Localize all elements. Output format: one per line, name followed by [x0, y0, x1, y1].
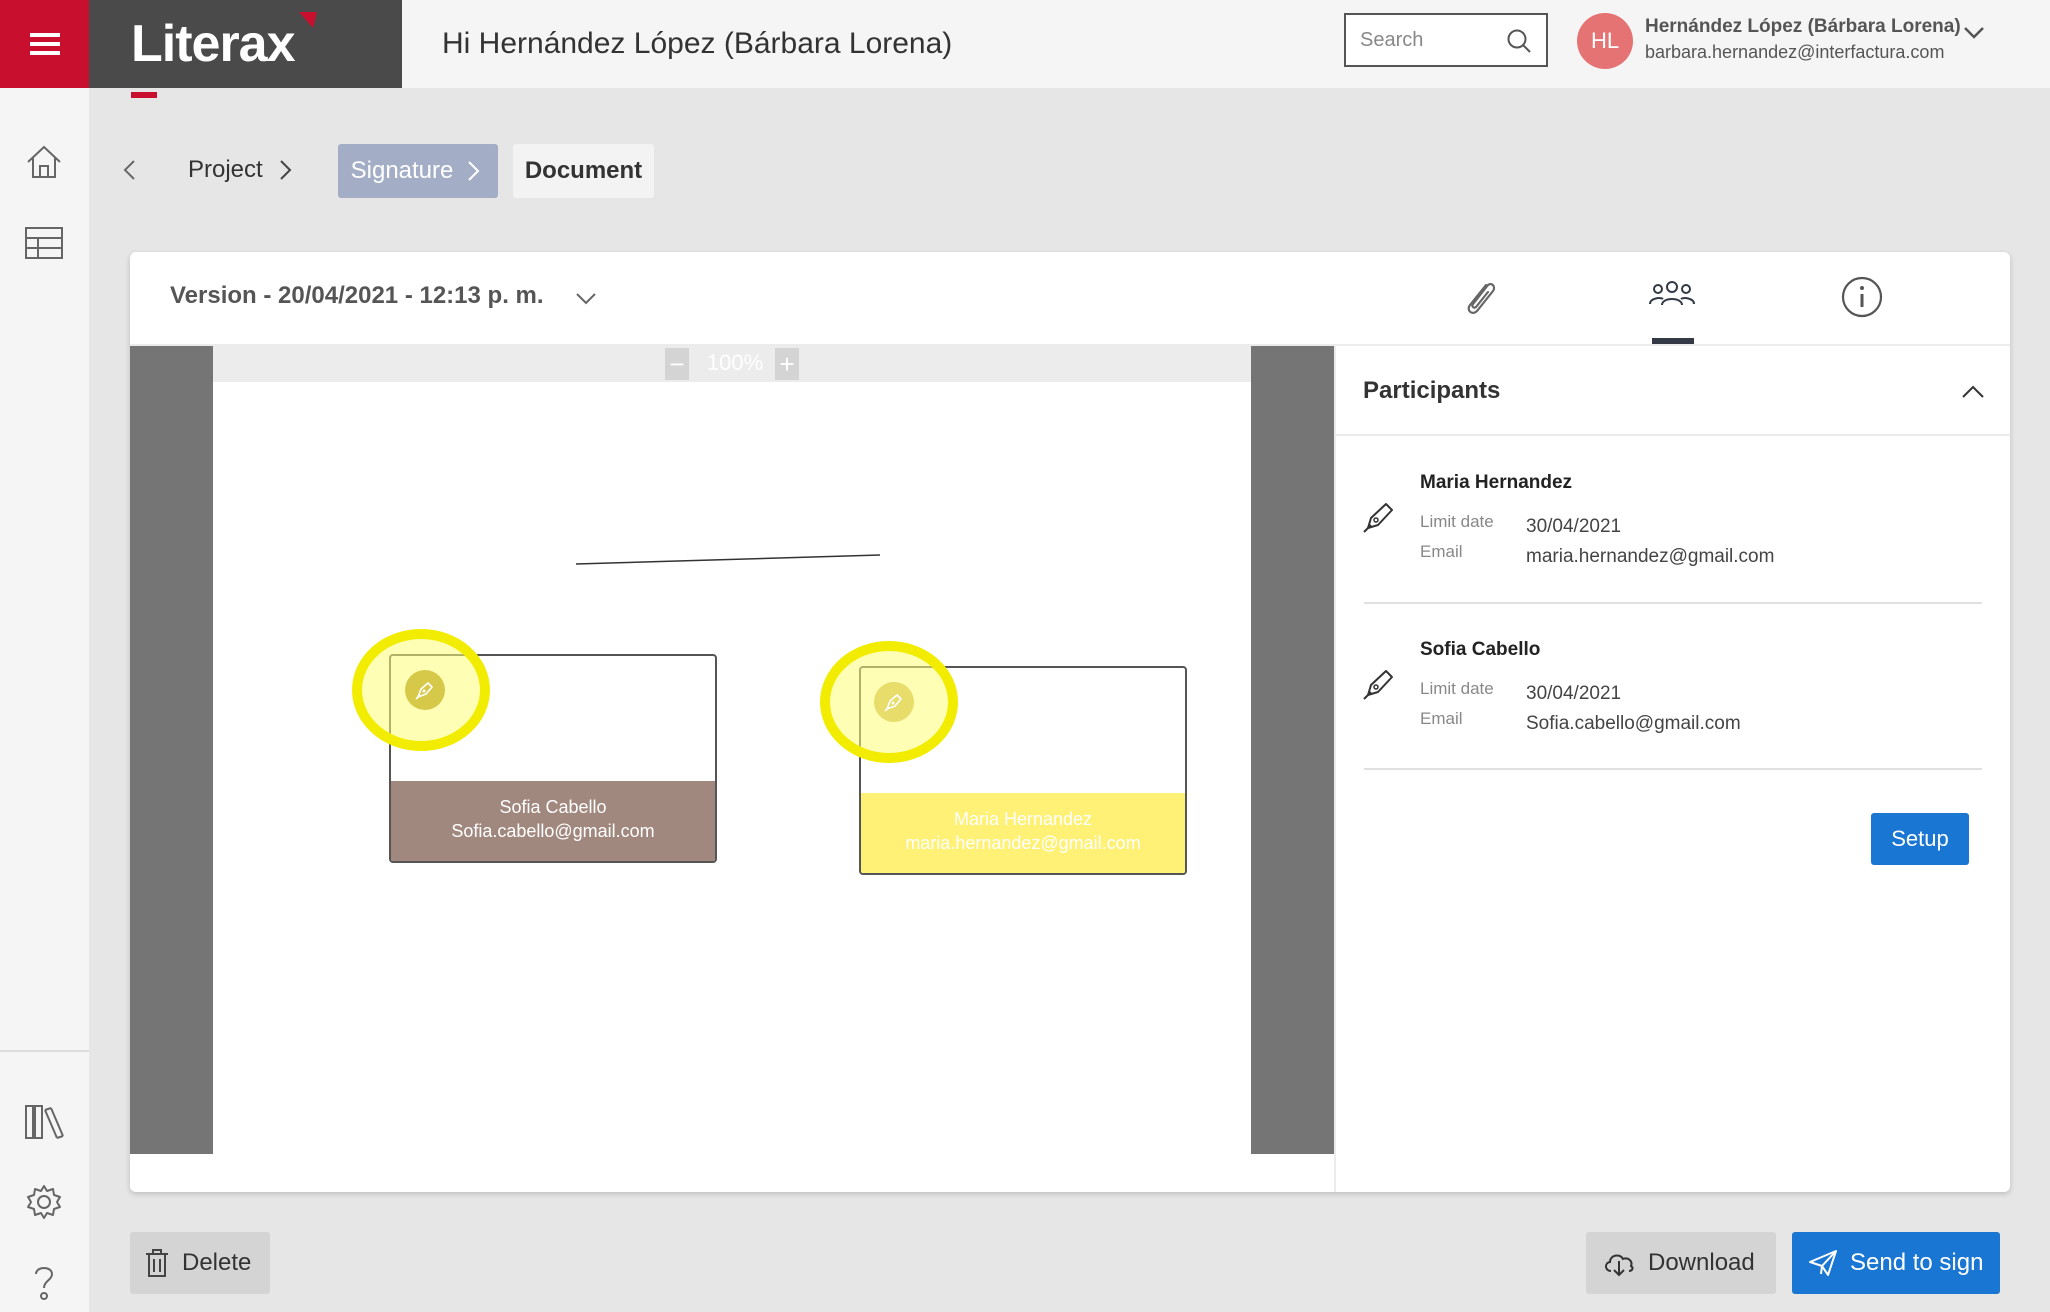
delete-button[interactable]: Delete: [130, 1232, 270, 1294]
nav-divider: [0, 1050, 89, 1052]
limit-date-value: 30/04/2021: [1526, 516, 1622, 537]
table-icon: [25, 227, 63, 259]
nav-library[interactable]: [20, 1098, 68, 1146]
search-icon[interactable]: [1506, 28, 1532, 54]
email-value: maria.hernandez@gmail.com: [1526, 546, 1775, 567]
signature-box-name: Sofia Cabello: [499, 797, 607, 817]
participant-divider: [1364, 768, 1982, 770]
breadcrumb-project[interactable]: Project: [188, 143, 297, 197]
participant-name: Maria Hernandez: [1420, 472, 1573, 493]
avatar[interactable]: HL: [1577, 13, 1633, 69]
breadcrumb-signature-label: Signature: [350, 157, 454, 184]
limit-date-label: Limit date: [1420, 679, 1494, 698]
email-value: Sofia.cabello@gmail.com: [1526, 713, 1741, 734]
nav-help[interactable]: [20, 1258, 68, 1306]
pen-icon: [1363, 503, 1393, 533]
download-button-label: Download: [1648, 1249, 1755, 1276]
back-chevron-icon[interactable]: [120, 150, 140, 190]
chevron-up-icon[interactable]: [1960, 380, 1986, 404]
zoom-out-button[interactable]: −: [665, 348, 689, 380]
signature-line: [575, 554, 880, 565]
left-sidebar: [0, 88, 89, 1312]
page-greeting: Hi Hernández López (Bárbara Lorena): [442, 27, 953, 60]
breadcrumb-document-label: Document: [524, 157, 643, 184]
user-name: Hernández López (Bárbara Lorena): [1645, 16, 1961, 37]
sign-pen-button[interactable]: [874, 682, 914, 722]
help-icon: [35, 1267, 54, 1300]
participants-header-divider: [1336, 434, 2010, 436]
hamburger-icon: [29, 33, 60, 55]
zoom-level: 100%: [706, 350, 764, 375]
zoom-in-button[interactable]: +: [775, 348, 799, 380]
gear-icon: [27, 1185, 61, 1219]
breadcrumb-document[interactable]: Document: [513, 144, 654, 198]
signature-box-footer: Maria Hernandez maria.hernandez@gmail.co…: [861, 793, 1185, 873]
attachment-icon: [1467, 283, 1496, 314]
send-to-sign-button-label: Send to sign: [1850, 1249, 1984, 1276]
library-icon: [25, 1105, 64, 1139]
nav-settings[interactable]: [20, 1178, 68, 1226]
paper-plane-icon: [1809, 1250, 1837, 1276]
breadcrumb-signature[interactable]: Signature: [338, 144, 498, 198]
signature-box-footer: Sofia Cabello Sofia.cabello@gmail.com: [391, 781, 715, 861]
version-label: Version - 20/04/2021 - 12:13 p. m.: [170, 282, 544, 309]
nav-table[interactable]: [20, 219, 68, 267]
tab-info[interactable]: [1840, 275, 1884, 319]
pen-nib-icon: [884, 694, 902, 712]
trash-icon: [146, 1249, 168, 1277]
setup-button[interactable]: Setup: [1871, 813, 1969, 865]
signature-box-name: Maria Hernandez: [953, 809, 1093, 829]
chevron-right-icon: [279, 160, 292, 180]
sign-pen-button[interactable]: [405, 670, 445, 710]
email-label: Email: [1420, 709, 1463, 728]
participants-title: Participants: [1363, 377, 1501, 404]
participant-name: Sofia Cabello: [1420, 639, 1541, 660]
tab-participants[interactable]: [1648, 275, 1696, 315]
user-email: barbara.hernandez@interfactura.com: [1645, 42, 1945, 62]
panel-divider: [1334, 346, 1336, 1192]
version-dropdown-chevron-icon[interactable]: [574, 288, 598, 308]
logo: Literax: [131, 12, 317, 74]
pen-nib-icon: [415, 682, 433, 700]
send-to-sign-button[interactable]: Send to sign: [1792, 1232, 2000, 1294]
nav-home[interactable]: [20, 138, 68, 186]
info-icon: [1841, 276, 1883, 318]
search-box: [1344, 13, 1548, 67]
limit-date-value: 30/04/2021: [1526, 683, 1622, 704]
participants-icon: [1649, 281, 1695, 306]
tab-attachments[interactable]: [1456, 275, 1504, 323]
logo-underline: [131, 92, 157, 98]
logo-flag-icon: [298, 12, 317, 28]
search-input[interactable]: [1346, 15, 1510, 65]
pen-icon: [1363, 670, 1393, 700]
limit-date-label: Limit date: [1420, 512, 1494, 531]
participant-divider: [1364, 602, 1982, 604]
home-icon: [27, 145, 61, 178]
download-button[interactable]: Download: [1586, 1232, 1776, 1294]
logo-area: Literax: [89, 0, 402, 98]
chevron-right-icon: [468, 161, 480, 181]
signature-box-email: Sofia.cabello@gmail.com: [451, 821, 655, 841]
hamburger-menu-button[interactable]: [0, 0, 89, 88]
signature-box-email: maria.hernandez@gmail.com: [905, 833, 1141, 853]
breadcrumb-project-label: Project: [188, 156, 263, 183]
cloud-download-icon: [1605, 1254, 1634, 1277]
email-label: Email: [1420, 542, 1463, 561]
delete-button-label: Delete: [182, 1249, 252, 1276]
chevron-down-icon[interactable]: [1962, 22, 1986, 42]
